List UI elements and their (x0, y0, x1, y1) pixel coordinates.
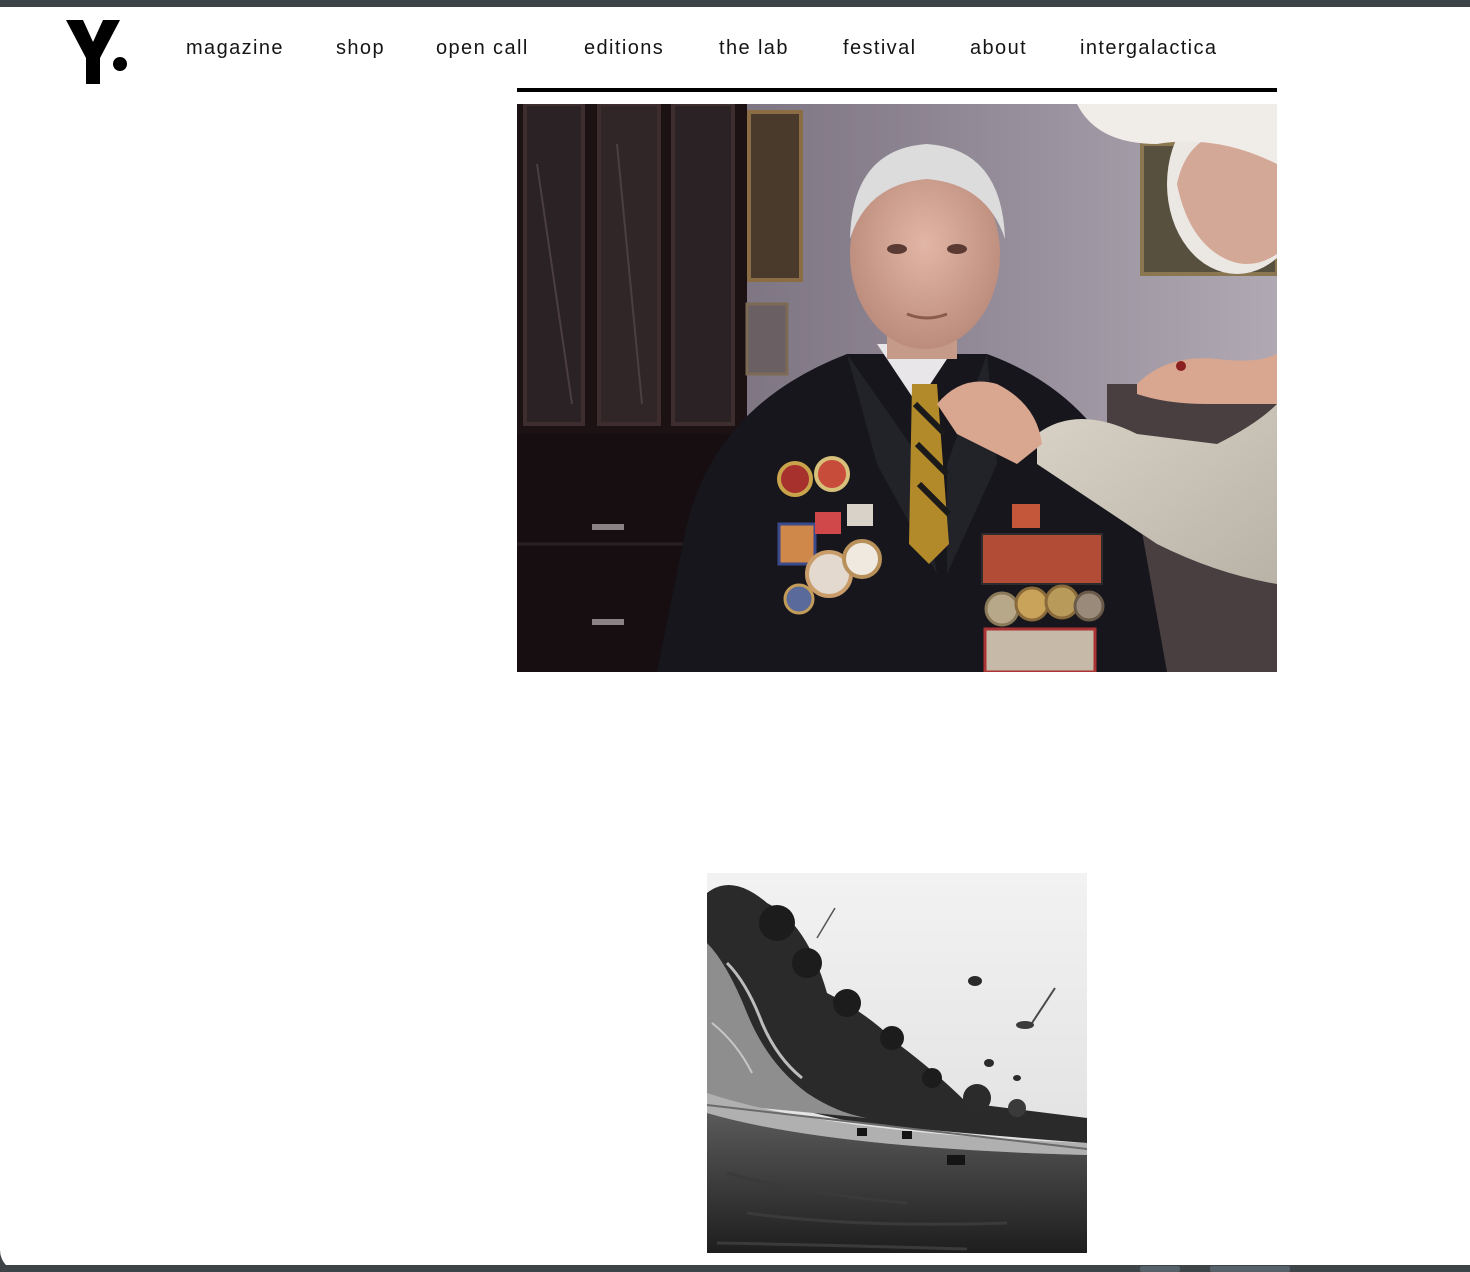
nav-festival[interactable]: festival (843, 33, 916, 63)
background-window-fragment (1210, 1266, 1290, 1272)
nav-the-lab[interactable]: the lab (719, 33, 789, 63)
photo-landscape-black-white[interactable] (707, 873, 1087, 1253)
nav-shop[interactable]: shop (336, 33, 385, 63)
nav-intergalactica[interactable]: intergalactica (1080, 33, 1217, 63)
nav-about[interactable]: about (970, 33, 1027, 63)
browser-viewport: magazine shop open call editions the lab… (0, 7, 1470, 1272)
nav-magazine[interactable]: magazine (186, 33, 284, 63)
photo-veteran-with-medals[interactable] (517, 104, 1277, 672)
nav-editions[interactable]: editions (584, 33, 664, 63)
background-window-fragment (1140, 1266, 1180, 1272)
content-divider (517, 88, 1277, 92)
nav-open-call[interactable]: open call (436, 33, 529, 63)
y-logo-icon[interactable] (66, 20, 130, 86)
